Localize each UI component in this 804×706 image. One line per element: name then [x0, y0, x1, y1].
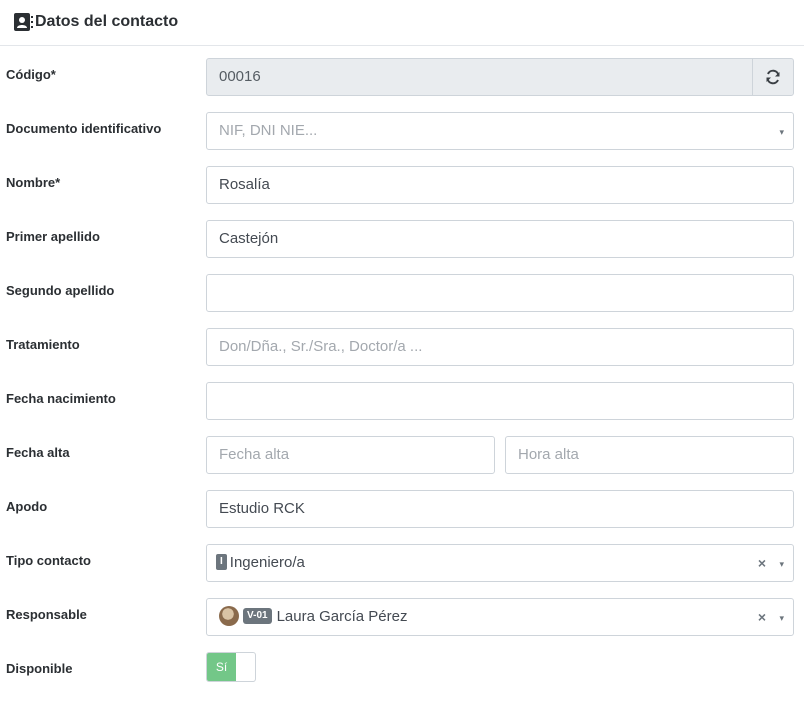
apodo-label: Apodo — [6, 499, 48, 514]
primer-apellido-row: Primer apellido Castejón — [0, 220, 804, 258]
fecha-alta-time-input[interactable]: Hora alta — [505, 436, 794, 474]
documento-label: Documento identificativo — [6, 121, 162, 136]
fecha-alta-date-input[interactable]: Fecha alta — [206, 436, 495, 474]
chevron-down-icon: ▾ — [779, 127, 784, 137]
primer-apellido-input[interactable]: Castejón — [206, 220, 794, 258]
codigo-row: Código* 00016 — [0, 58, 804, 96]
disponible-toggle[interactable]: Sí — [206, 652, 256, 682]
refresh-code-button[interactable] — [752, 58, 794, 96]
primer-apellido-label: Primer apellido — [6, 229, 100, 244]
section-header: Datos del contacto — [0, 0, 804, 46]
tipo-contacto-tag: I — [216, 554, 227, 571]
tratamiento-placeholder: Don/Dña., Sr./Sra., Doctor/a ... — [219, 338, 423, 355]
responsable-value: Laura García Pérez — [276, 608, 408, 625]
codigo-input: 00016 — [206, 58, 753, 96]
chevron-down-icon: ▾ — [779, 613, 784, 623]
nombre-label: Nombre* — [6, 175, 61, 190]
clear-icon[interactable]: × — [758, 609, 766, 625]
codigo-label: Código* — [6, 67, 56, 82]
documento-select[interactable]: NIF, DNI NIE... ▾ — [206, 112, 794, 150]
fecha-alta-row: Fecha alta Fecha alta Hora alta — [0, 436, 804, 474]
tipo-contacto-value: Ingeniero/a — [229, 554, 305, 571]
fecha-nacimiento-row: Fecha nacimiento — [0, 382, 804, 420]
tratamiento-input[interactable]: Don/Dña., Sr./Sra., Doctor/a ... — [206, 328, 794, 366]
responsable-select[interactable]: V-01 Laura García Pérez × ▾ — [206, 598, 794, 636]
fecha-alta-time-placeholder: Hora alta — [518, 446, 579, 463]
segundo-apellido-label: Segundo apellido — [6, 283, 115, 298]
documento-placeholder: NIF, DNI NIE... — [219, 122, 318, 139]
tratamiento-row: Tratamiento Don/Dña., Sr./Sra., Doctor/a… — [0, 328, 804, 366]
tipo-contacto-row: Tipo contacto I Ingeniero/a × ▾ — [0, 544, 804, 582]
section-title: Datos del contacto — [35, 13, 179, 30]
nombre-input[interactable]: Rosalía — [206, 166, 794, 204]
responsable-label: Responsable — [6, 607, 87, 622]
disponible-row: Disponible Sí — [0, 652, 804, 690]
chevron-down-icon: ▾ — [779, 559, 784, 569]
fecha-nacimiento-label: Fecha nacimiento — [6, 391, 116, 406]
fecha-nacimiento-input[interactable] — [206, 382, 794, 420]
apodo-row: Apodo Estudio RCK — [0, 490, 804, 528]
disponible-label: Disponible — [6, 661, 73, 676]
responsable-row: Responsable V-01 Laura García Pérez × ▾ — [0, 598, 804, 636]
clear-icon[interactable]: × — [758, 555, 766, 571]
fecha-alta-date-placeholder: Fecha alta — [219, 446, 290, 463]
refresh-icon — [766, 69, 780, 85]
apodo-input[interactable]: Estudio RCK — [206, 490, 794, 528]
tipo-contacto-label: Tipo contacto — [6, 553, 91, 568]
responsable-code-badge: V-01 — [243, 608, 272, 625]
nombre-row: Nombre* Rosalía — [0, 166, 804, 204]
avatar — [219, 606, 239, 627]
tratamiento-label: Tratamiento — [6, 337, 80, 352]
documento-row: Documento identificativo NIF, DNI NIE...… — [0, 112, 804, 150]
contact-book-icon — [14, 13, 33, 31]
segundo-apellido-row: Segundo apellido — [0, 274, 804, 312]
segundo-apellido-input[interactable] — [206, 274, 794, 312]
toggle-on-label: Sí — [207, 653, 236, 681]
tipo-contacto-select[interactable]: I Ingeniero/a × ▾ — [206, 544, 794, 582]
fecha-alta-label: Fecha alta — [6, 445, 70, 460]
